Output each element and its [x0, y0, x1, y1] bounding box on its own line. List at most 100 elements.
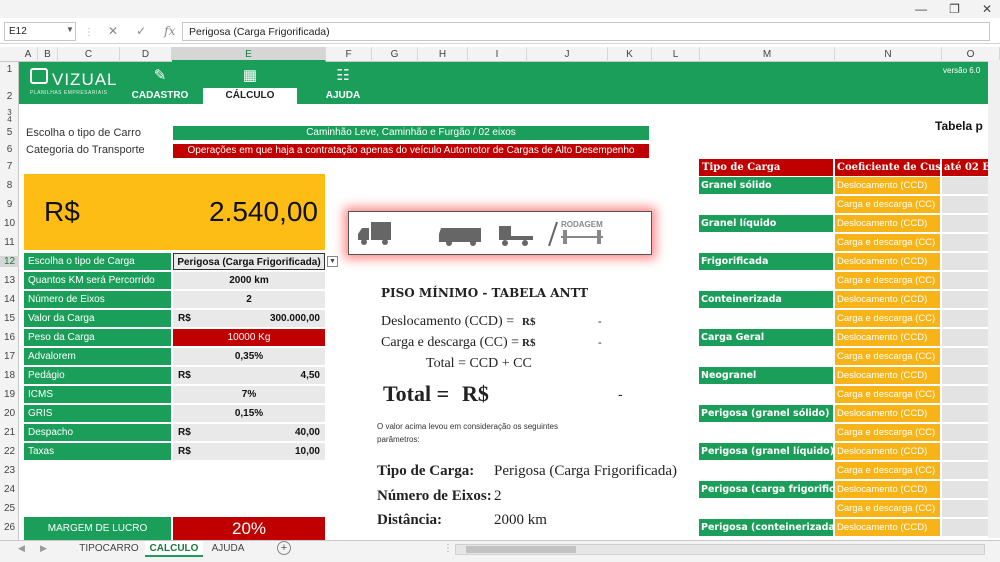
vertical-scrollbar[interactable]	[988, 60, 1000, 538]
param-value-cell[interactable]: R$ 40,00	[173, 424, 325, 441]
tabela-coef: Carga e descarga (CC)	[835, 386, 940, 403]
carro-label: Escolha o tipo de Carro	[26, 127, 141, 139]
sheet-tab-tipocarro[interactable]: TIPOCARRO	[78, 541, 140, 557]
tabela-coef: Deslocamento (CCD)	[835, 177, 940, 194]
param-value: 2	[246, 294, 252, 305]
check-icon[interactable]: ✓	[136, 24, 146, 38]
column-header[interactable]: B	[38, 47, 58, 62]
categoria-value[interactable]: Operações em que haja a contratação apen…	[173, 144, 649, 158]
cancel-icon[interactable]: ✕	[108, 24, 118, 38]
row-header[interactable]: 10	[0, 218, 19, 229]
row-header[interactable]: 2	[0, 91, 19, 102]
param-value: 0,15%	[234, 408, 264, 419]
sheet-tab-calculo[interactable]: CALCULO	[145, 541, 203, 557]
scroll-thumb[interactable]	[466, 546, 576, 553]
row-header[interactable]: 17	[0, 351, 19, 362]
column-header[interactable]: I	[468, 47, 527, 62]
row-header[interactable]: 4	[0, 115, 19, 124]
column-header[interactable]: H	[418, 47, 468, 62]
column-header[interactable]: N	[835, 47, 942, 62]
row-header[interactable]: 16	[0, 332, 19, 343]
margem-label: MARGEM DE LUCRO	[24, 517, 171, 540]
chevron-down-icon[interactable]: ▼	[66, 25, 74, 34]
column-header[interactable]: E	[172, 47, 326, 62]
carro-value[interactable]: Caminhão Leve, Caminhão e Furgão / 02 ei…	[173, 126, 649, 140]
row-header[interactable]: 1	[0, 64, 19, 75]
row-header[interactable]: 26	[0, 522, 19, 533]
tabela-coef: Deslocamento (CCD)	[835, 405, 940, 422]
tab-calculo[interactable]: CÁLCULO	[203, 88, 297, 104]
column-header[interactable]: C	[58, 47, 120, 62]
tabela-header-coef: Coeficiente de Custo	[835, 159, 940, 176]
margem-value[interactable]: 20%	[173, 517, 325, 540]
fx-icon[interactable]: fx	[164, 24, 175, 38]
options-icon[interactable]: ⋮	[443, 543, 453, 554]
add-sheet-icon[interactable]: +	[277, 541, 291, 555]
param-value-cell[interactable]: 0,15%	[173, 405, 325, 422]
param-value-cell[interactable]: 2	[173, 291, 325, 308]
row-header[interactable]: 25	[0, 503, 19, 514]
tabela-tipo: Frigorificada	[699, 253, 833, 270]
tabela-eixo-value	[942, 177, 988, 194]
row-header[interactable]: 8	[0, 180, 19, 191]
column-header[interactable]: F	[326, 47, 372, 62]
row-header[interactable]: 24	[0, 484, 19, 495]
prev-sheet-icon[interactable]: ◀	[18, 543, 25, 554]
param-value-cell[interactable]: 0,35%	[173, 348, 325, 365]
dropdown-arrow-icon[interactable]: ▼	[327, 256, 338, 267]
tabela-eixo-value	[942, 291, 988, 308]
param-value-cell[interactable]: 7%	[173, 386, 325, 403]
row-header[interactable]: 23	[0, 465, 19, 476]
column-header[interactable]: G	[372, 47, 418, 62]
param-value-cell[interactable]: 10000 Kg	[173, 329, 325, 346]
column-header[interactable]: D	[120, 47, 172, 62]
row-header[interactable]: 5	[0, 127, 19, 138]
sheet-tab-ajuda[interactable]: AJUDA	[205, 541, 251, 557]
row-header[interactable]: 13	[0, 275, 19, 286]
tab-cadastro[interactable]: CADASTRO	[120, 88, 200, 104]
restore-icon[interactable]: ❐	[949, 2, 960, 16]
currency-prefix: R$	[178, 313, 191, 324]
column-header[interactable]: M	[700, 47, 835, 62]
param-value-cell[interactable]: Perigosa (Carga Frigorificada)	[173, 253, 325, 270]
param-label: Peso da Carga	[24, 329, 171, 346]
flatbed-icon	[499, 226, 533, 246]
row-header[interactable]: 14	[0, 294, 19, 305]
row-header[interactable]: 11	[0, 237, 19, 248]
piso-total-value: -	[618, 386, 623, 402]
row-header[interactable]: 6	[0, 144, 19, 155]
minimize-icon[interactable]: —	[915, 2, 927, 16]
tab-ajuda[interactable]: AJUDA	[300, 88, 386, 104]
param-value: 4,50	[300, 370, 320, 381]
param-value-cell[interactable]: R$ 10,00	[173, 443, 325, 460]
row-header[interactable]: 18	[0, 370, 19, 381]
tabela-coef: Deslocamento (CCD)	[835, 215, 940, 232]
row-header[interactable]: 15	[0, 313, 19, 324]
param-value-cell[interactable]: R$ 300.000,00	[173, 310, 325, 327]
formula-buttons: ✕ ✓ fx	[108, 24, 175, 38]
row-header[interactable]: 9	[0, 199, 19, 210]
row-header[interactable]: 7	[0, 161, 19, 172]
row-header[interactable]: 21	[0, 427, 19, 438]
categoria-label: Categoria do Transporte	[26, 144, 145, 156]
param-value-cell[interactable]: 2000 km	[173, 272, 325, 289]
cc-value: -	[598, 337, 602, 349]
row-header[interactable]: 20	[0, 408, 19, 419]
vehicle-banner: RODAGEM	[348, 211, 652, 255]
row-header[interactable]: 12	[0, 256, 19, 267]
column-header[interactable]: K	[608, 47, 652, 62]
row-header[interactable]: 22	[0, 446, 19, 457]
column-header[interactable]: A	[19, 47, 38, 62]
row-header[interactable]: 19	[0, 389, 19, 400]
formula-input[interactable]: Perigosa (Carga Frigorificada)	[182, 22, 990, 41]
total-currency: R$	[44, 196, 80, 227]
horizontal-scrollbar[interactable]	[455, 544, 985, 555]
column-header[interactable]: L	[652, 47, 700, 62]
tipo-label: Tipo de Carga:	[377, 463, 475, 479]
param-value-cell[interactable]: R$ 4,50	[173, 367, 325, 384]
tabela-eixo-value	[942, 443, 988, 460]
close-icon[interactable]: ✕	[982, 2, 992, 16]
next-sheet-icon[interactable]: ▶	[40, 543, 47, 554]
tabela-eixo-value	[942, 424, 988, 441]
column-header[interactable]: J	[527, 47, 608, 62]
